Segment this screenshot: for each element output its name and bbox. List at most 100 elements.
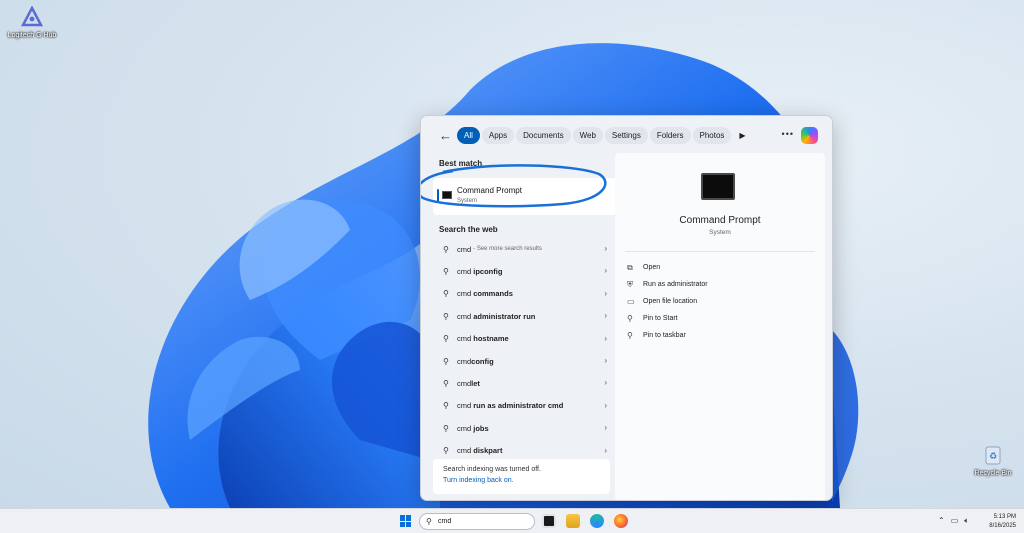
web-result-item[interactable]: ⚲ cmd config › [433,350,617,372]
chevron-up-icon[interactable]: ⌃ [938,516,945,526]
web-result-query: ipconfig [473,267,503,277]
command-prompt-icon [442,191,452,199]
web-result-prefix: cmd [457,356,472,366]
edge-icon[interactable] [590,514,604,528]
action-open[interactable]: ⧉ Open [627,259,708,276]
chevron-right-icon: › [604,378,607,388]
action-label: Open file location [643,298,698,305]
best-match-title: Command Prompt [457,186,522,195]
windows-logo-icon [400,515,405,521]
web-result-prefix: cmd [457,423,474,433]
search-icon: ⚲ [443,423,449,433]
filter-bar: ← All Apps Documents Web Settings Folder… [421,116,832,154]
system-tray: ⌃ ▭ 🔈︎ [938,516,969,526]
preview-pane: Command Prompt System ⧉ Open ⛨ Run as admi… [615,153,825,500]
clock[interactable]: 5:13 PM 8/16/2025 [989,513,1016,531]
selection-indicator [437,189,439,203]
desktop-icon-recycle-bin[interactable]: ♻ Recycle Bin [963,442,1023,477]
results-column: Best match Command Prompt System Search … [421,154,617,462]
firefox-icon[interactable] [614,514,628,528]
pin-icon: ⚲ [627,331,633,340]
preview-title: Command Prompt [679,215,761,226]
file-explorer-icon[interactable] [566,514,580,528]
filter-chip-folders[interactable]: Folders [649,126,691,144]
search-icon: ⚲ [443,401,449,411]
web-result-prefix: cmd [457,267,474,277]
web-result-prefix: cmd [457,244,472,254]
open-external-icon: ⧉ [627,262,633,272]
recycle-bin-icon: ♻ [980,442,1006,468]
web-result-hint: - See more search results [473,246,542,253]
action-run-as-administrator[interactable]: ⛨ Run as administrator [627,276,708,293]
folder-icon: ▭ [627,297,635,306]
web-result-query: administrator run [473,311,536,321]
taskbar-search-input[interactable] [438,518,518,525]
divider [625,251,815,252]
chevron-right-icon: › [604,355,607,365]
action-label: Run as administrator [643,281,708,288]
web-result-prefix: cmd [457,401,474,411]
best-match-header: Best match [439,159,483,168]
web-result-item[interactable]: ⚲ cmd commands › [433,283,617,305]
web-result-prefix: cmd [457,311,474,321]
indexing-message: Search indexing was turned off. [443,466,541,473]
action-open-file-location[interactable]: ▭ Open file location [627,293,708,310]
web-result-query: diskpart [473,446,503,456]
web-result-item[interactable]: ⚲ cmd jobs › [433,417,617,439]
best-match-item[interactable]: Command Prompt System [433,178,617,215]
filter-chip-photos[interactable]: Photos [692,126,732,144]
filter-chip-web[interactable]: Web [572,126,603,144]
back-arrow-icon[interactable]: ← [439,128,457,143]
scroll-filters-right-icon[interactable]: ▶ [739,131,745,140]
web-result-query: hostname [473,334,509,344]
desktop-icon-logitech[interactable]: Logitech G Hub [2,4,62,39]
chevron-right-icon: › [604,445,607,455]
copilot-icon[interactable] [801,127,818,144]
web-result-query: commands [473,289,513,299]
search-panel: ← All Apps Documents Web Settings Folder… [420,115,833,501]
web-result-query: config [471,356,494,366]
web-result-item[interactable]: ⚲ cmd ipconfig › [433,260,617,282]
web-results-list: ⚲ cmd - See more search results › ⚲ cmd ipco… [433,238,617,462]
web-result-item[interactable]: ⚲ cmd hostname › [433,328,617,350]
desktop-icon-label: Recycle Bin [974,470,1012,477]
pin-icon: ⚲ [627,314,633,323]
search-icon: ⚲ [426,517,432,526]
turn-indexing-on-link[interactable]: Turn indexing back on. [443,477,600,484]
start-button[interactable] [400,515,412,527]
web-result-query: let [471,379,480,389]
chevron-right-icon: › [604,266,607,276]
search-icon: ⚲ [443,244,449,254]
search-icon: ⚲ [443,267,449,277]
web-result-item[interactable]: ⚲ cmd administrator run › [433,305,617,327]
indexing-notice: Search indexing was turned off. Turn ind… [433,459,610,494]
chevron-right-icon: › [604,288,607,298]
chevron-right-icon: › [604,400,607,410]
filter-chip-settings[interactable]: Settings [604,126,648,144]
network-icon[interactable]: ▭ [951,516,959,526]
taskbar-search-box[interactable]: ⚲ [419,513,535,530]
search-web-header: Search the web [439,225,498,234]
action-pin-to-start[interactable]: ⚲ Pin to Start [627,310,708,327]
web-result-item[interactable]: ⚲ cmd - See more search results › [433,238,617,260]
search-icon: ⚲ [443,379,449,389]
filter-chip-all[interactable]: All [457,126,480,144]
app-shortcut-icon [19,4,45,30]
web-result-prefix: cmd [457,379,472,389]
chevron-right-icon: › [604,311,607,321]
filter-chip-apps[interactable]: Apps [481,126,515,144]
preview-subtitle: System [709,229,731,236]
action-pin-to-taskbar[interactable]: ⚲ Pin to taskbar [627,327,708,344]
taskbar: ⚲ ⌃ ▭ 🔈︎ 5:13 PM 8/16/2025 [0,508,1024,533]
web-result-item[interactable]: ⚲ cmd run as administrator cmd › [433,395,617,417]
web-result-query: jobs [473,423,489,433]
clock-time: 5:13 PM [993,514,1016,520]
terminal-icon[interactable] [542,514,556,528]
filter-chip-documents[interactable]: Documents [516,126,571,144]
svg-text:♻: ♻ [989,452,997,462]
volume-icon[interactable]: 🔈︎ [964,516,969,526]
web-result-item[interactable]: ⚲ cmd let › [433,372,617,394]
search-icon: ⚲ [443,334,449,344]
more-options-button[interactable]: ••• [782,129,794,139]
search-icon: ⚲ [443,311,449,321]
